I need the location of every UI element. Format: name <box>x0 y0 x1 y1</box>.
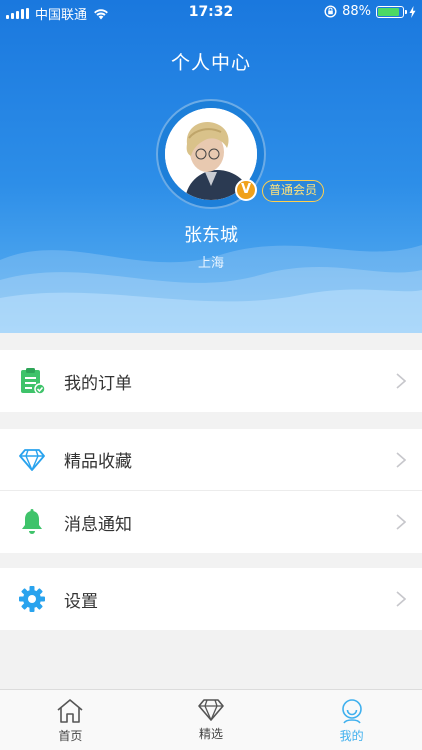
charging-bolt-icon <box>409 5 416 18</box>
member-level-tag: 普通会员 <box>262 180 325 202</box>
menu-item-label: 我的订单 <box>64 373 132 394</box>
tab-label: 首页 <box>58 729 83 743</box>
menu-item-label: 精品收藏 <box>64 452 132 472</box>
battery-percent: 88% <box>342 4 371 19</box>
user-name: 张东城 <box>184 225 238 246</box>
tab-mine[interactable]: 我的 <box>281 690 422 750</box>
menu-item-orders[interactable]: 我的订单 <box>0 350 422 412</box>
menu-item-label: 消息通知 <box>64 514 132 535</box>
profile-icon <box>341 699 362 724</box>
diamond-icon <box>18 446 46 474</box>
menu-group-orders: 我的订单 <box>0 350 422 412</box>
battery-icon <box>376 5 407 18</box>
profile-header: 中国联通 17:32 88% 个人中心 V 普通会员 张东城 上海 <box>0 0 422 333</box>
menu-group-content: 精品收藏 消息通知 <box>0 429 422 553</box>
menu-item-notifications[interactable]: 消息通知 <box>0 491 422 553</box>
tab-label: 我的 <box>339 729 364 743</box>
tab-label: 精选 <box>199 727 224 741</box>
vip-badge: V <box>235 179 257 201</box>
diamond-icon <box>198 699 224 721</box>
home-icon <box>57 699 83 723</box>
menu-group-settings: 设置 <box>0 568 422 630</box>
user-city: 上海 <box>197 256 224 271</box>
tab-home[interactable]: 首页 <box>0 690 141 750</box>
bell-icon <box>18 508 46 536</box>
menu-item-settings[interactable]: 设置 <box>0 568 422 630</box>
menu-item-favorites[interactable]: 精品收藏 <box>0 429 422 491</box>
chevron-right-icon <box>396 452 406 468</box>
gear-icon <box>18 585 46 613</box>
status-bar: 中国联通 17:32 88% <box>0 0 422 24</box>
page-title: 个人中心 <box>170 52 251 74</box>
clipboard-check-icon <box>18 367 46 395</box>
chevron-right-icon <box>396 514 406 530</box>
chevron-right-icon <box>396 373 406 389</box>
menu-item-label: 设置 <box>64 591 98 612</box>
tab-bar: 首页 精选 我的 <box>0 689 422 750</box>
tab-featured[interactable]: 精选 <box>141 690 282 750</box>
chevron-right-icon <box>396 591 406 607</box>
rotation-lock-icon <box>324 5 337 18</box>
